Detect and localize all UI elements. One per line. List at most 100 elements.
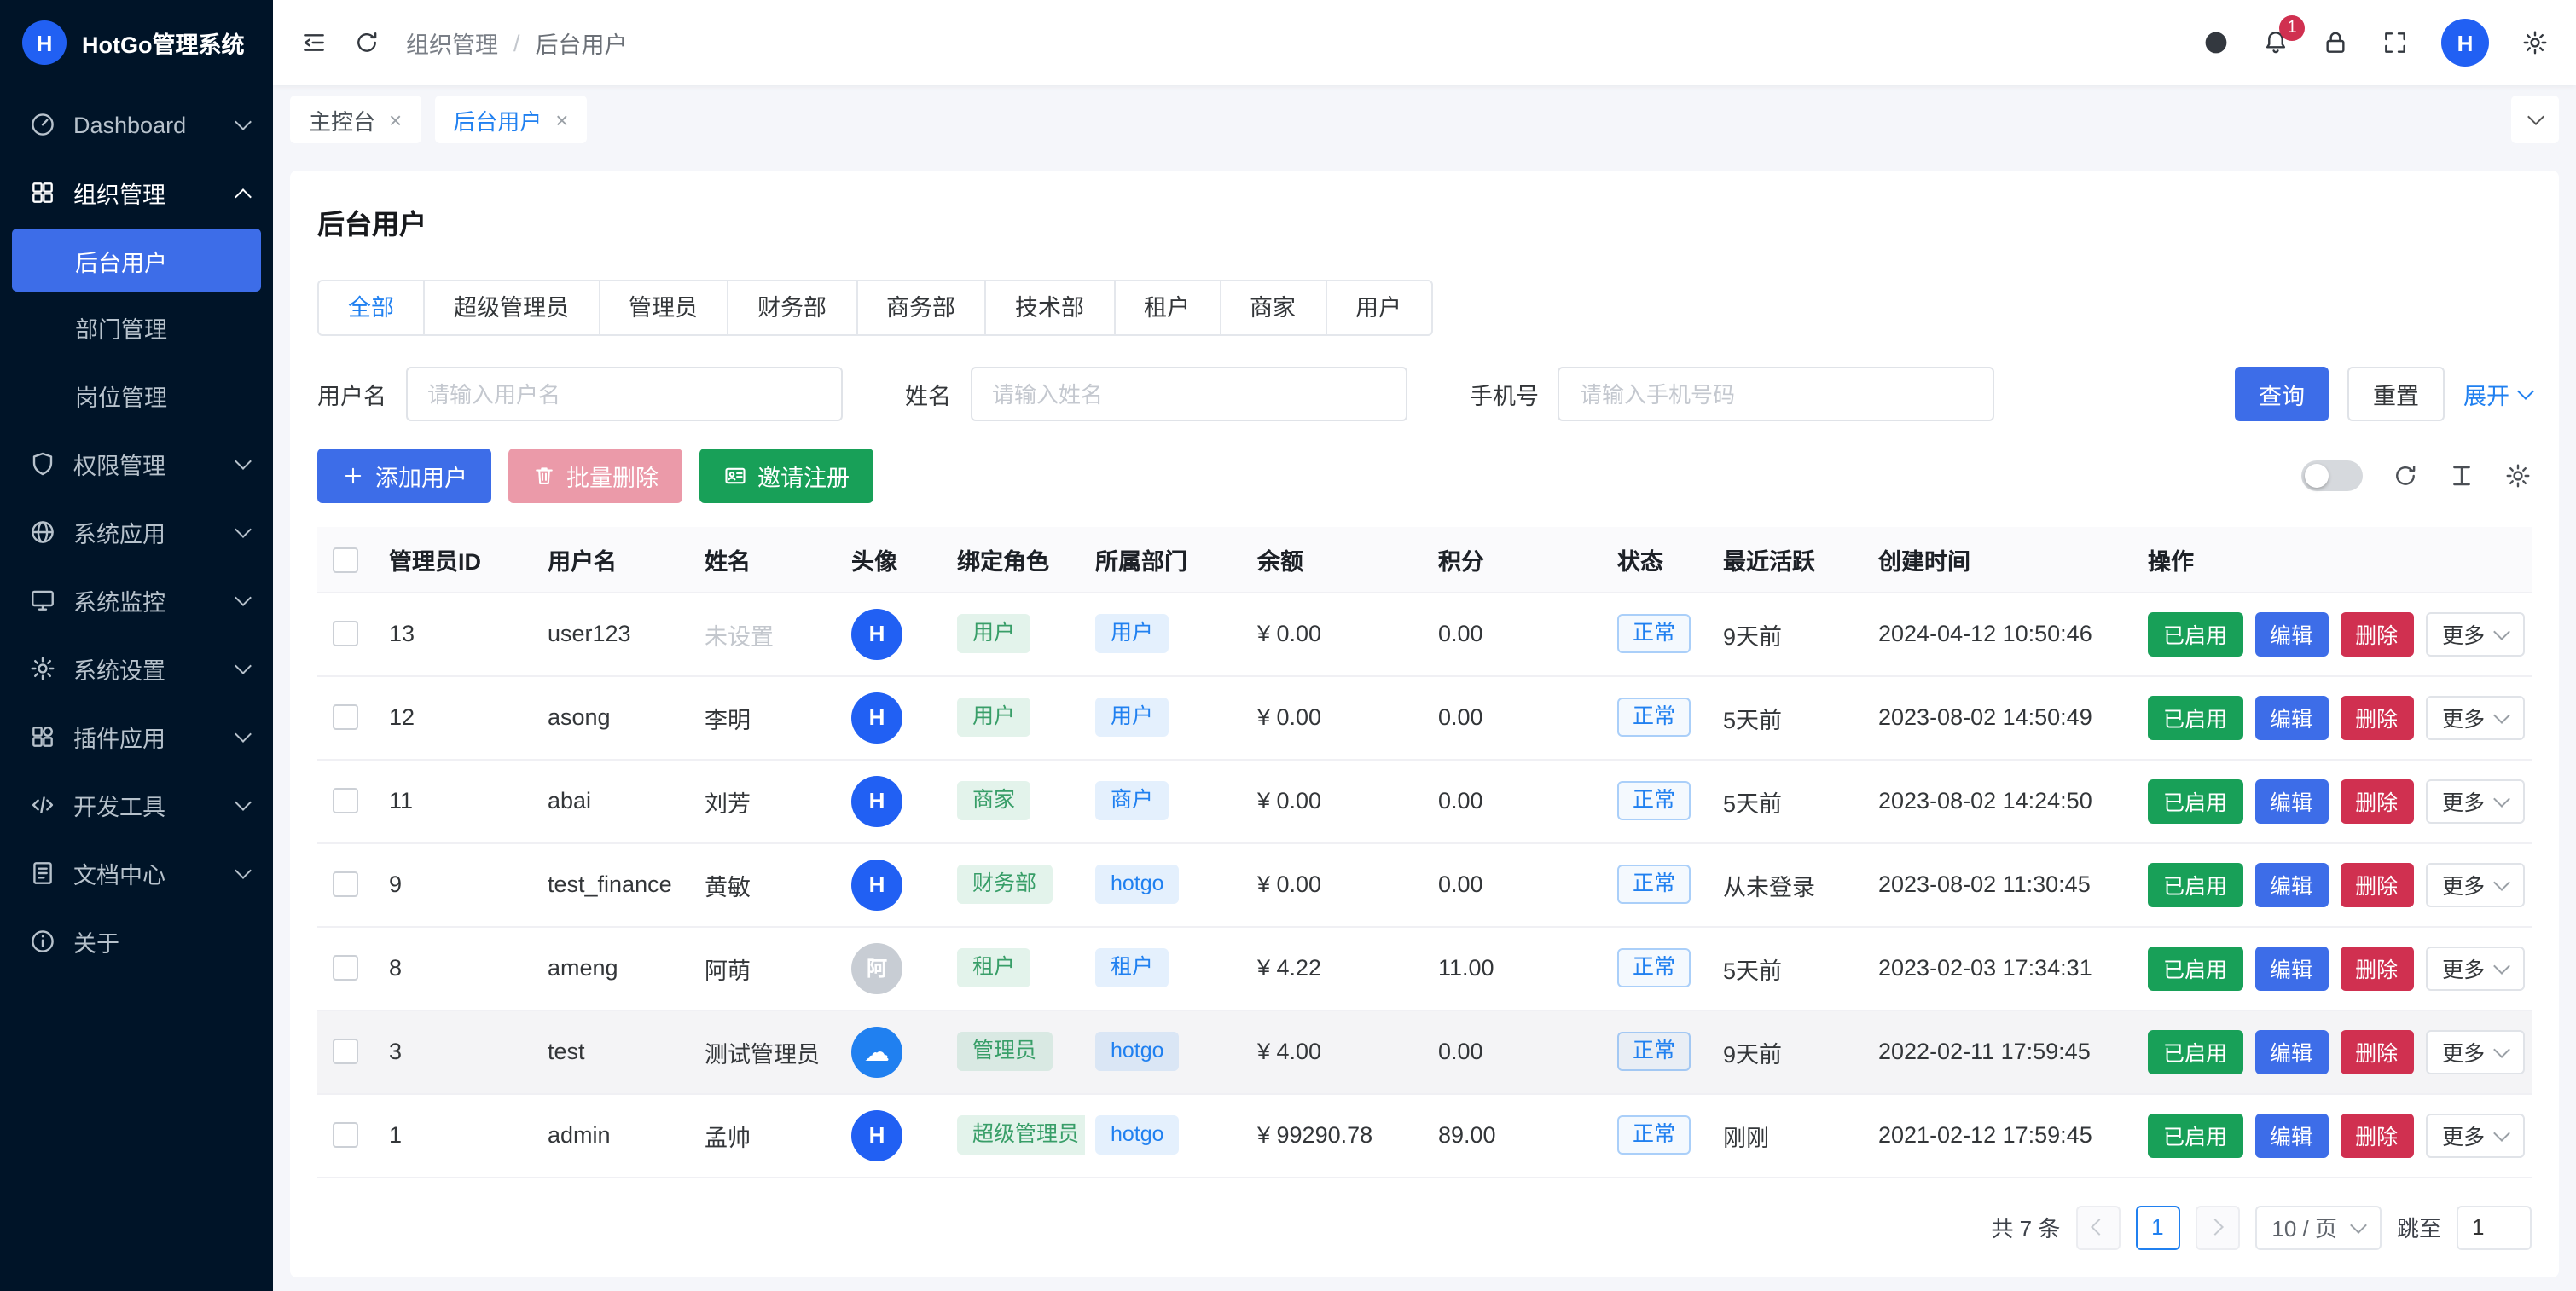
jump-page-input[interactable] (2457, 1205, 2532, 1249)
tab-backend-users[interactable]: 后台用户 × (434, 96, 587, 143)
select-all-checkbox[interactable] (333, 547, 358, 572)
settings-gear-icon[interactable] (2521, 29, 2549, 56)
enabled-button[interactable]: 已启用 (2148, 862, 2242, 906)
fullscreen-icon[interactable] (2382, 29, 2409, 56)
github-icon[interactable] (2202, 29, 2230, 56)
close-icon[interactable]: × (389, 108, 402, 130)
delete-button[interactable]: 删除 (2340, 779, 2413, 823)
edit-button[interactable]: 编辑 (2254, 779, 2328, 823)
edit-button[interactable]: 编辑 (2254, 695, 2328, 739)
enabled-button[interactable]: 已启用 (2148, 1113, 2242, 1157)
sidebar-subitem-dept-manage[interactable]: 部门管理 (0, 293, 273, 362)
enabled-button[interactable]: 已启用 (2148, 1029, 2242, 1074)
edit-button[interactable]: 编辑 (2254, 862, 2328, 906)
enabled-button[interactable]: 已启用 (2148, 611, 2242, 656)
sidebar-item-about[interactable]: 关于 (0, 907, 273, 975)
invite-register-button[interactable]: 邀请注册 (699, 449, 873, 503)
breadcrumb-item[interactable]: 组织管理 (406, 26, 498, 60)
delete-button[interactable]: 删除 (2340, 611, 2413, 656)
more-button[interactable]: 更多 (2425, 779, 2524, 823)
edit-button[interactable]: 编辑 (2254, 611, 2328, 656)
row-checkbox[interactable] (333, 622, 358, 647)
notifications-bell-icon[interactable]: 1 (2262, 29, 2289, 56)
delete-button[interactable]: 删除 (2340, 862, 2413, 906)
more-button[interactable]: 更多 (2425, 1029, 2524, 1074)
more-button[interactable]: 更多 (2425, 695, 2524, 739)
sidebar-item-dashboard[interactable]: Dashboard (0, 90, 273, 159)
name-cell: 测试管理员 (694, 1010, 841, 1093)
category-tab-5[interactable]: 技术部 (984, 280, 1115, 336)
app-logo[interactable]: H HotGo管理系统 (0, 0, 273, 85)
more-button[interactable]: 更多 (2425, 1113, 2524, 1157)
expand-toggle[interactable]: 展开 (2463, 377, 2532, 411)
row-checkbox[interactable] (333, 872, 358, 898)
edit-button[interactable]: 编辑 (2254, 946, 2328, 990)
row-checkbox[interactable] (333, 705, 358, 731)
refresh-icon[interactable] (353, 29, 380, 56)
more-button[interactable]: 更多 (2425, 862, 2524, 906)
sidebar-item-doc-center[interactable]: 文档中心 (0, 839, 273, 907)
tab-console[interactable]: 主控台 × (290, 96, 421, 143)
table-settings-gear-icon[interactable] (2504, 462, 2532, 489)
category-tab-2[interactable]: 管理员 (598, 280, 728, 336)
close-icon[interactable]: × (555, 108, 568, 130)
more-button[interactable]: 更多 (2425, 946, 2524, 990)
batch-delete-button[interactable]: 批量删除 (508, 449, 682, 503)
striped-toggle[interactable] (2301, 460, 2363, 491)
sidebar-subitem-backend-users[interactable]: 后台用户 (12, 229, 261, 292)
category-tab-3[interactable]: 财务部 (727, 280, 857, 336)
row-height-icon[interactable] (2448, 462, 2475, 489)
column-header: 头像 (841, 527, 947, 592)
category-tab-7[interactable]: 商家 (1219, 280, 1326, 336)
page-size-select[interactable]: 10 / 页 (2254, 1205, 2382, 1249)
reset-button[interactable]: 重置 (2347, 367, 2445, 421)
enabled-button[interactable]: 已启用 (2148, 695, 2242, 739)
prev-page-button[interactable] (2075, 1205, 2120, 1249)
lock-screen-icon[interactable] (2322, 29, 2349, 56)
sidebar-item-sys-monitor[interactable]: 系统监控 (0, 566, 273, 634)
enabled-button[interactable]: 已启用 (2148, 779, 2242, 823)
sidebar-item-plugin-app[interactable]: 插件应用 (0, 703, 273, 771)
delete-button[interactable]: 删除 (2340, 1029, 2413, 1074)
category-tab-1[interactable]: 超级管理员 (423, 280, 600, 336)
name-input[interactable] (970, 367, 1407, 421)
category-tab-8[interactable]: 用户 (1325, 280, 1432, 336)
menu-fold-icon[interactable] (300, 29, 328, 56)
category-tab-6[interactable]: 租户 (1113, 280, 1221, 336)
enabled-button[interactable]: 已启用 (2148, 946, 2242, 990)
sidebar-item-label: 关于 (73, 924, 119, 958)
sidebar-item-sys-settings[interactable]: 系统设置 (0, 634, 273, 703)
delete-button[interactable]: 删除 (2340, 1113, 2413, 1157)
username-input[interactable] (405, 367, 842, 421)
sidebar-subitem-post-manage[interactable]: 岗位管理 (0, 362, 273, 430)
sidebar-item-org-manage[interactable]: 组织管理 (0, 159, 273, 227)
sidebar-item-dev-tools[interactable]: 开发工具 (0, 771, 273, 839)
tab-options-button[interactable] (2511, 96, 2559, 143)
edit-button[interactable]: 编辑 (2254, 1113, 2328, 1157)
phone-input[interactable] (1558, 367, 1994, 421)
sidebar-item-perm-manage[interactable]: 权限管理 (0, 430, 273, 498)
sidebar-item-sys-app[interactable]: 系统应用 (0, 498, 273, 566)
page-number-button[interactable]: 1 (2135, 1205, 2179, 1249)
add-user-button[interactable]: 添加用户 (317, 449, 491, 503)
more-button[interactable]: 更多 (2425, 611, 2524, 656)
reload-table-icon[interactable] (2392, 462, 2419, 489)
dept-tag: 租户 (1095, 948, 1169, 987)
edit-button[interactable]: 编辑 (2254, 1029, 2328, 1074)
category-tab-0[interactable]: 全部 (317, 280, 425, 336)
next-page-button[interactable] (2195, 1205, 2239, 1249)
sidebar-item-label: 系统设置 (73, 651, 165, 686)
hotgo-logo-avatar: H (851, 692, 902, 743)
delete-button[interactable]: 删除 (2340, 695, 2413, 739)
row-checkbox[interactable] (333, 789, 358, 814)
user-avatar[interactable]: H (2441, 19, 2489, 67)
row-checkbox[interactable] (333, 1039, 358, 1065)
chevron-down-icon (2527, 108, 2544, 125)
row-checkbox[interactable] (333, 956, 358, 981)
category-tab-4[interactable]: 商务部 (856, 280, 986, 336)
search-button[interactable]: 查询 (2235, 367, 2329, 421)
row-checkbox[interactable] (333, 1123, 358, 1149)
sidebar-item-label: 系统监控 (73, 583, 165, 617)
delete-button[interactable]: 删除 (2340, 946, 2413, 990)
name-cell: 孟帅 (694, 1093, 841, 1177)
